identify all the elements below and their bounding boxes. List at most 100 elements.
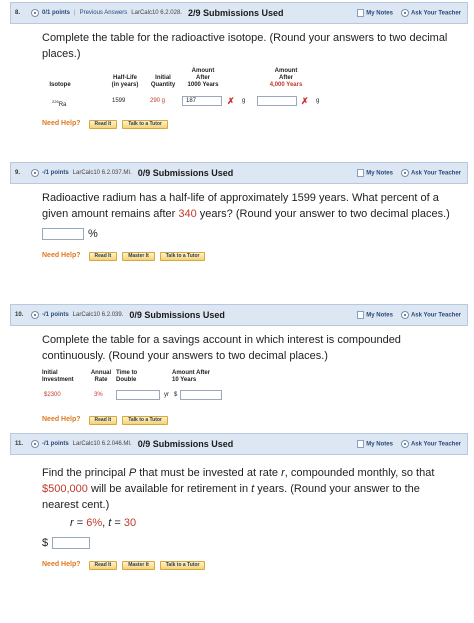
question-10: 10. -/1 points LarCalc10 6.2.039. 0/9 Su… [10, 304, 468, 428]
previous-answers-link[interactable]: Previous Answers [80, 10, 128, 16]
amount-after-input[interactable] [180, 390, 222, 400]
points-label: -/1 points [42, 441, 69, 447]
ask-teacher-button[interactable]: Ask Your Teacher [400, 9, 461, 17]
years-unit: yr [164, 392, 169, 398]
talk-to-tutor-button[interactable]: Talk to a Tutor [159, 560, 206, 570]
question-header: 10. -/1 points LarCalc10 6.2.039. 0/9 Su… [10, 304, 468, 326]
status-radio-icon [31, 311, 39, 319]
points-label: -/1 points [42, 312, 69, 318]
question-number: 8. [15, 10, 21, 16]
master-it-button[interactable]: Master It [122, 560, 155, 570]
question-tools: My Notes Ask Your Teacher [357, 305, 461, 325]
points-label: 0/1 points [42, 10, 71, 16]
problem-code: LarCalc10 6.2.037.MI. [72, 170, 132, 176]
given-values: r = 6%, t = 30 [70, 517, 137, 529]
isotope-table: Half-Life (in years) Isotope Initial Qua… [42, 68, 468, 110]
read-it-button[interactable]: Read It [88, 119, 118, 129]
help-row: Need Help? Read It Master It Talk to a T… [42, 248, 468, 264]
percent-unit: % [88, 228, 98, 240]
question-tools: My Notes Ask Your Teacher [357, 3, 461, 23]
ask-icon [400, 311, 409, 319]
col-header-initial: Initial Quantity [150, 75, 176, 88]
problem-code: LarCalc10 6.2.046.MI. [72, 441, 132, 447]
note-icon [357, 311, 365, 319]
question-header: 9. -/1 points LarCalc10 6.2.037.MI. 0/9 … [10, 162, 468, 184]
col-header-amount-after: Amount After 10 Years [172, 370, 211, 383]
unit-label: g [242, 98, 246, 104]
ask-icon [400, 169, 409, 177]
incorrect-x-icon: ✗ [227, 96, 235, 106]
question-tools: My Notes Ask Your Teacher [357, 163, 461, 183]
master-it-button[interactable]: Master It [122, 251, 155, 261]
note-icon [357, 9, 365, 17]
read-it-button[interactable]: Read It [88, 415, 118, 425]
answer-1000-input[interactable]: 187 [182, 96, 222, 106]
note-icon [357, 169, 365, 177]
ask-teacher-button[interactable]: Ask Your Teacher [400, 440, 461, 448]
ask-teacher-button[interactable]: Ask Your Teacher [400, 311, 461, 319]
my-notes-button[interactable]: My Notes [357, 311, 393, 319]
col-header-1000: Amount After 1000 Years [187, 68, 219, 88]
ask-icon [400, 440, 409, 448]
answer-line: % [42, 226, 468, 242]
question-prompt: Radioactive radium has a half-life of ap… [42, 192, 450, 220]
initial-quantity-value: 290 g [150, 98, 166, 104]
help-row: Need Help? Read It Talk to a Tutor [42, 116, 468, 132]
status-radio-icon [31, 169, 39, 177]
question-header: 8. 0/1 points | Previous Answers LarCalc… [10, 2, 468, 24]
points-label: -/1 points [42, 170, 69, 176]
need-help-label: Need Help? [42, 252, 81, 259]
my-notes-button[interactable]: My Notes [357, 169, 393, 177]
principal-answer-input[interactable] [52, 537, 91, 549]
question-number: 10. [15, 312, 24, 318]
question-prompt: Find the principal P that must be invest… [42, 467, 435, 511]
dollar-sign: $ [42, 537, 49, 549]
status-radio-icon [31, 440, 39, 448]
note-icon [357, 440, 365, 448]
need-help-label: Need Help? [42, 561, 81, 568]
isotope-value: 226Ra [52, 99, 67, 108]
status-radio-icon [31, 9, 39, 17]
annual-rate-value: 3% [94, 392, 103, 398]
percent-answer-input[interactable] [42, 228, 84, 240]
question-header: 11. -/1 points LarCalc10 6.2.046.MI. 0/9… [10, 433, 468, 455]
read-it-button[interactable]: Read It [88, 560, 118, 570]
my-notes-button[interactable]: My Notes [357, 440, 393, 448]
half-life-value: 1599 [112, 98, 126, 104]
talk-to-tutor-button[interactable]: Talk to a Tutor [122, 119, 168, 129]
talk-to-tutor-button[interactable]: Talk to a Tutor [122, 415, 168, 425]
dollar-sign: $ [174, 392, 178, 398]
help-row: Need Help? Read It Master It Talk to a T… [42, 557, 468, 573]
answer-line: $ [42, 535, 468, 551]
question-number: 11. [15, 441, 24, 447]
col-header-initial-investment: Initial Investment [42, 370, 74, 383]
col-header-4000: Amount After 4,000 Years [269, 68, 303, 88]
question-tools: My Notes Ask Your Teacher [357, 434, 461, 454]
question-11: 11. -/1 points LarCalc10 6.2.046.MI. 0/9… [10, 433, 468, 573]
need-help-label: Need Help? [42, 120, 81, 127]
question-number: 9. [15, 170, 21, 176]
savings-table: Initial Investment Annual Rate Time to D… [42, 370, 468, 406]
read-it-button[interactable]: Read It [88, 251, 118, 261]
answer-4000-input[interactable] [257, 96, 297, 106]
time-to-double-input[interactable] [116, 390, 160, 400]
submissions-used: 0/9 Submissions Used [137, 439, 234, 449]
initial-investment-value: $2300 [44, 392, 61, 398]
submissions-used: 0/9 Submissions Used [129, 310, 225, 320]
problem-code: LarCalc10 6.2.028. [131, 10, 182, 16]
unit-label: g [316, 98, 320, 104]
col-header-isotope: Isotope [49, 82, 71, 88]
incorrect-x-icon: ✗ [301, 96, 309, 106]
question-prompt: Complete the table for the radioactive i… [42, 32, 448, 60]
my-notes-button[interactable]: My Notes [357, 9, 393, 17]
help-row: Need Help? Read It Talk to a Tutor [42, 412, 468, 428]
question-prompt: Complete the table for a savings account… [42, 334, 401, 362]
ask-teacher-button[interactable]: Ask Your Teacher [400, 169, 461, 177]
need-help-label: Need Help? [42, 416, 81, 423]
col-header-half-life: Half-Life (in years) [111, 75, 139, 88]
problem-code: LarCalc10 6.2.039. [72, 312, 124, 318]
submissions-used: 0/9 Submissions Used [137, 168, 234, 178]
talk-to-tutor-button[interactable]: Talk to a Tutor [159, 251, 206, 261]
col-header-annual-rate: Annual Rate [90, 370, 112, 383]
question-9: 9. -/1 points LarCalc10 6.2.037.MI. 0/9 … [10, 162, 468, 264]
